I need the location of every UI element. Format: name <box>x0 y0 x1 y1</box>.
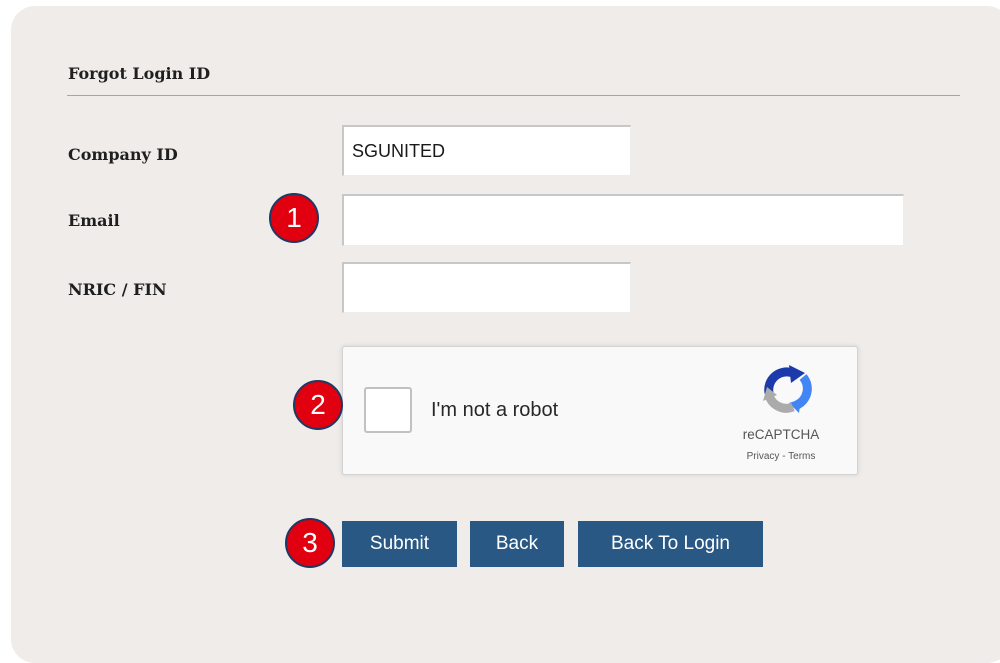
submit-button[interactable]: Submit <box>342 521 457 567</box>
recaptcha-terms-link[interactable]: Terms <box>788 451 815 462</box>
email-label: Email <box>68 211 120 230</box>
recaptcha-link-separator: - <box>779 451 789 462</box>
back-to-login-button[interactable]: Back To Login <box>578 521 763 567</box>
nric-fin-input[interactable] <box>342 262 631 313</box>
recaptcha-logo-icon <box>763 365 812 413</box>
page-title: Forgot Login ID <box>68 64 211 83</box>
recaptcha-checkbox[interactable] <box>364 387 412 433</box>
recaptcha-brand: reCAPTCHA <box>742 427 820 442</box>
annotation-badge-1: 1 <box>269 193 319 243</box>
email-input[interactable] <box>342 194 904 246</box>
annotation-badge-3: 3 <box>285 518 335 568</box>
nric-fin-label: NRIC / FIN <box>68 280 167 299</box>
title-divider <box>67 95 960 96</box>
recaptcha-links: Privacy - Terms <box>719 451 843 462</box>
back-button[interactable]: Back <box>470 521 564 567</box>
annotation-badge-2: 2 <box>293 380 343 430</box>
company-id-input[interactable] <box>342 125 631 176</box>
recaptcha-widget: I'm not a robot reCAPTCHA Privacy - Term… <box>342 346 858 475</box>
company-id-label: Company ID <box>68 145 178 164</box>
recaptcha-privacy-link[interactable]: Privacy <box>747 451 780 462</box>
recaptcha-checkbox-label: I'm not a robot <box>431 399 559 421</box>
